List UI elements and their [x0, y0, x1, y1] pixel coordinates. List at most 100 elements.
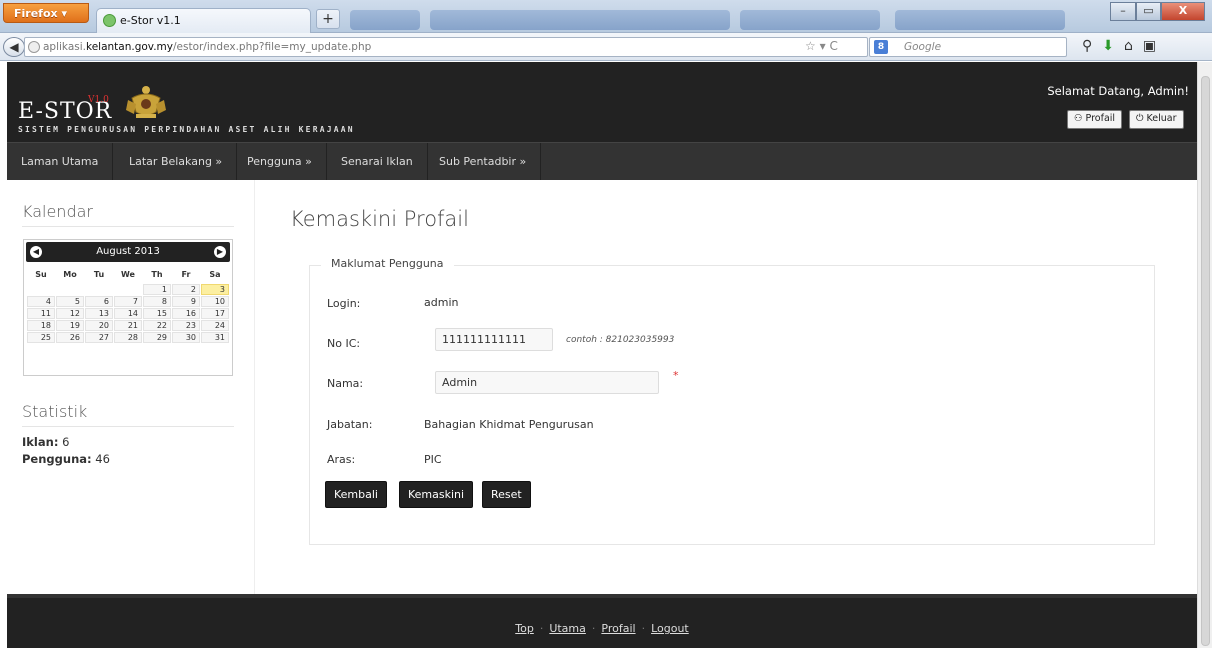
calendar-day[interactable]: 29 [143, 332, 171, 343]
calendar-grid: Su Mo Tu We Th Fr Sa 1 2 3 4 5 6 7 8 9 10 11 12 13 14 15 16 17… [26, 264, 230, 344]
address-bar[interactable]: aplikasi.kelantan.gov.my/estor/index.php… [24, 37, 868, 57]
firefox-menu-button[interactable]: Firefox ▾ [3, 3, 89, 23]
next-month-icon[interactable]: ▶ [214, 246, 226, 258]
url-domain: kelantan.gov.my [86, 41, 173, 53]
calendar-day[interactable]: 16 [172, 308, 200, 319]
name-label: Nama: [327, 377, 364, 390]
calendar-day[interactable]: 6 [85, 296, 113, 307]
background-window-tab [430, 10, 730, 30]
calendar-day[interactable]: 30 [172, 332, 200, 343]
reload-icon[interactable]: C [829, 39, 837, 53]
stat-ads-value: 6 [62, 435, 70, 449]
calendar-day[interactable]: 22 [143, 320, 171, 331]
dropdown-icon[interactable]: ▾ [820, 39, 826, 53]
page-scrollbar[interactable] [1197, 62, 1212, 648]
calendar-day[interactable]: 28 [114, 332, 142, 343]
calendar-day[interactable]: 26 [56, 332, 84, 343]
calendar-day[interactable]: 15 [143, 308, 171, 319]
calendar-day[interactable]: 20 [85, 320, 113, 331]
addon-icon[interactable]: ▣ [1143, 38, 1166, 54]
calendar-day[interactable]: 13 [85, 308, 113, 319]
calendar-week: 123 [27, 284, 229, 295]
calendar-day[interactable]: 5 [56, 296, 84, 307]
prev-month-icon[interactable]: ◀ [30, 246, 42, 258]
calendar-day-today[interactable]: 3 [201, 284, 229, 295]
close-window-button[interactable]: X [1161, 2, 1205, 21]
calendar-day[interactable]: 8 [143, 296, 171, 307]
calendar-day[interactable]: 2 [172, 284, 200, 295]
menu-item-users[interactable]: Pengguna » [233, 143, 327, 181]
profile-button[interactable]: ⚇ Profail [1067, 110, 1123, 129]
footer-link-home[interactable]: Utama [549, 622, 586, 635]
stat-ads-label: Iklan: [22, 435, 59, 449]
calendar-day[interactable]: 27 [85, 332, 113, 343]
department-value: Bahagian Khidmat Pengurusan [424, 418, 594, 431]
calendar-day[interactable]: 17 [201, 308, 229, 319]
calendar-day[interactable]: 1 [143, 284, 171, 295]
bookmark-star-icon[interactable]: ☆ [805, 39, 816, 53]
login-value: admin [424, 296, 459, 309]
calendar-week: 4 5 6 7 8 9 10 [27, 296, 229, 307]
calendar-day[interactable]: 12 [56, 308, 84, 319]
ic-number-input[interactable] [435, 328, 553, 351]
calendar-day[interactable]: 10 [201, 296, 229, 307]
name-input[interactable] [435, 371, 659, 394]
calendar-day[interactable]: 19 [56, 320, 84, 331]
new-tab-button[interactable]: + [316, 9, 340, 29]
calendar-day[interactable]: 24 [201, 320, 229, 331]
url-path: /estor/index.php?file=my_update.php [172, 41, 372, 53]
stats-heading: Statistik [22, 402, 234, 427]
calendar-day[interactable]: 9 [172, 296, 200, 307]
maximize-button[interactable]: ▭ [1136, 2, 1161, 21]
footer-link-top[interactable]: Top [515, 622, 534, 635]
site-identity-icon[interactable] [28, 41, 40, 53]
footer-separator: · [539, 622, 544, 635]
calendar-day[interactable]: 4 [27, 296, 55, 307]
footer-links: Top · Utama · Profail · Logout [7, 622, 1197, 635]
menu-item-home[interactable]: Laman Utama [7, 143, 114, 181]
calendar-day[interactable]: 18 [27, 320, 55, 331]
minimize-button[interactable]: – [1110, 2, 1136, 21]
calendar-day[interactable]: 23 [172, 320, 200, 331]
calendar-week: 11 12 13 14 15 16 17 [27, 308, 229, 319]
page-title: Kemaskini Profail [290, 207, 469, 231]
footer-link-profile[interactable]: Profail [601, 622, 635, 635]
version-badge: V1.0 [88, 95, 109, 105]
footer-link-logout[interactable]: Logout [651, 622, 689, 635]
favicon-icon [103, 14, 116, 27]
background-window-tab [740, 10, 880, 30]
calendar-day[interactable]: 31 [201, 332, 229, 343]
calendar-day[interactable]: 14 [114, 308, 142, 319]
logout-button[interactable]: ⏻ Keluar [1129, 110, 1184, 129]
level-value: PIC [424, 453, 442, 466]
background-window-tab [350, 10, 420, 30]
url-bar-icons: ☆ ▾ C [805, 39, 838, 53]
search-input[interactable]: Google [869, 37, 1067, 57]
scrollbar-thumb[interactable] [1201, 76, 1210, 646]
back-arrow-icon[interactable]: ◀ [3, 37, 25, 57]
download-icon[interactable]: ⬇ [1102, 38, 1124, 54]
footer-separator: · [591, 622, 596, 635]
back-button[interactable]: Kembali [325, 481, 387, 508]
calendar-weekday: Tu [93, 269, 105, 279]
menu-item-ads-list[interactable]: Senarai Iklan [327, 143, 428, 181]
calendar-day[interactable]: 25 [27, 332, 55, 343]
site-header: E-STOR V1.0 SISTEM PENGURUSAN PERPINDAHA… [7, 62, 1197, 142]
calendar-weekday: Mo [63, 269, 77, 279]
update-button[interactable]: Kemaskini [399, 481, 474, 508]
level-label: Aras: [327, 453, 356, 466]
menu-item-background[interactable]: Latar Belakang » [115, 143, 238, 181]
google-search-engine-icon[interactable]: 8 [874, 40, 888, 54]
calendar-day[interactable]: 7 [114, 296, 142, 307]
menu-item-sub-admin[interactable]: Sub Pentadbir » [425, 143, 542, 181]
home-icon[interactable]: ⌂ [1124, 38, 1143, 54]
calendar-day[interactable]: 11 [27, 308, 55, 319]
browser-tab-active[interactable]: e-Stor v1.1 [96, 8, 311, 33]
calendar-day[interactable]: 21 [114, 320, 142, 331]
reset-button[interactable]: Reset [482, 481, 531, 508]
calendar-week: 18 19 20 21 22 23 24 [27, 320, 229, 331]
calendar-week: 25 26 27 28 29 30 31 [27, 332, 229, 343]
calendar-weekday: Su [35, 269, 47, 279]
search-icon[interactable]: ⚲ [1082, 38, 1102, 54]
footer-separator: · [641, 622, 646, 635]
